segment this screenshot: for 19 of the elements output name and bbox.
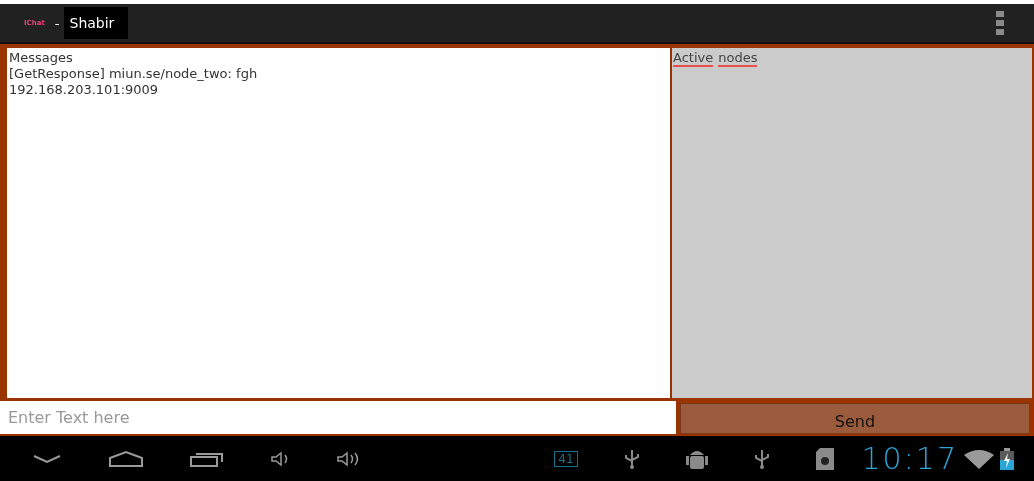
- message-text: 192.168.203.101:9009: [9, 82, 159, 98]
- sd-card-icon[interactable]: [815, 447, 834, 470]
- heading-word: Active: [673, 50, 714, 67]
- message-text: [GetResponse] miun.se/node_two: fgh: [9, 66, 258, 82]
- title-separator: -: [54, 15, 60, 31]
- volume-down-icon[interactable]: [270, 450, 290, 467]
- chevron-down-icon[interactable]: [32, 452, 62, 465]
- recent-apps-icon[interactable]: [190, 450, 224, 467]
- battery-charging-icon[interactable]: [1000, 447, 1014, 470]
- wifi-icon[interactable]: [964, 448, 994, 469]
- messages-heading: Messages: [9, 50, 73, 66]
- message-input[interactable]: Enter Text here: [0, 401, 676, 434]
- battery-notification: 41: [554, 450, 578, 467]
- clock-time: 10:17: [861, 441, 958, 476]
- overflow-menu-icon[interactable]: [996, 11, 1004, 35]
- home-icon[interactable]: [108, 449, 144, 468]
- heading-word: nodes: [718, 50, 758, 67]
- send-button[interactable]: Send: [680, 403, 1030, 434]
- user-name: Shabir: [63, 7, 129, 39]
